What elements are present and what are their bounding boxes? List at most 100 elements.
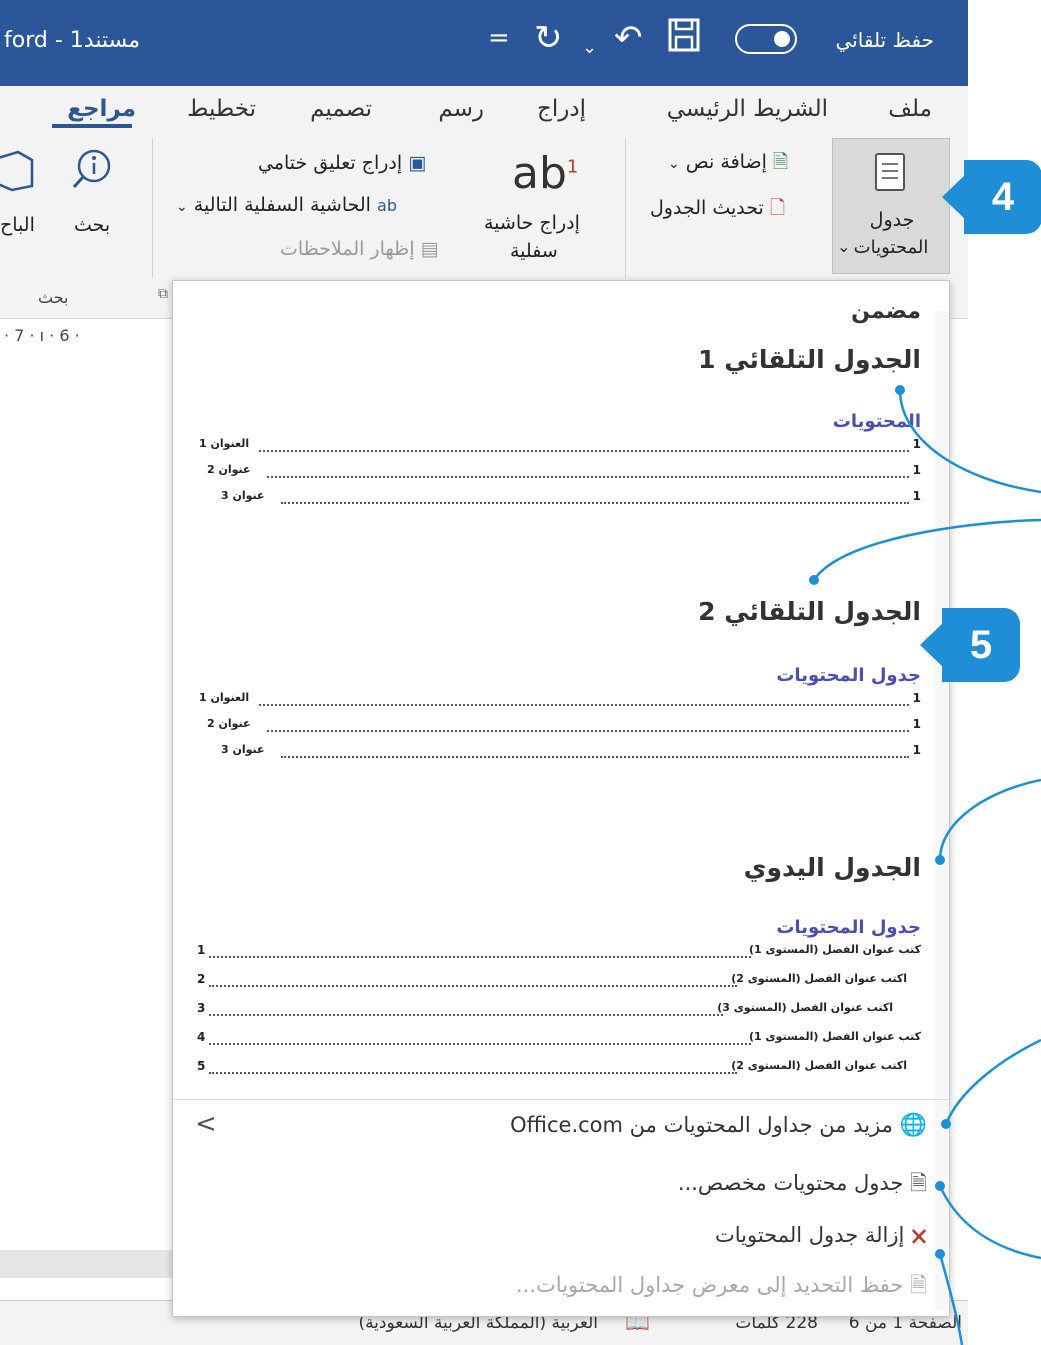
researcher-icon[interactable]	[0, 148, 36, 197]
group-separator	[152, 138, 153, 278]
dialog-launcher-icon[interactable]: ⧉	[158, 286, 168, 302]
tab-home[interactable]: الشريط الرئيسي	[667, 96, 828, 122]
remove-toc-item[interactable]: 🗙 إزالة جدول المحتويات	[715, 1221, 927, 1256]
save-selection-to-gallery-item: 🗎 حفظ التحديد إلى معرض جداول المحتويات..…	[516, 1271, 927, 1306]
gallery-section-title: مضمن	[851, 299, 921, 324]
globe-icon: 🌐	[899, 1113, 927, 1138]
chevron-down-icon: ⌄	[176, 199, 188, 215]
update-table-icon: 🗋	[769, 197, 786, 219]
update-table-label: تحديث الجدول	[650, 197, 764, 219]
custom-toc-item[interactable]: 🗎 جدول محتويات مخصص...	[678, 1169, 927, 1204]
save-icon[interactable]	[668, 18, 700, 61]
toc-dot-leader	[281, 502, 909, 504]
tab-insert[interactable]: إدراج	[537, 96, 586, 122]
footnote-superscript: 1	[566, 156, 579, 178]
gallery-scrollbar[interactable]	[935, 311, 949, 1311]
toc-preview-entry: عنوان 2 1	[197, 463, 921, 481]
undo-icon[interactable]: ↶	[614, 18, 643, 58]
redo-icon[interactable]: ↻	[534, 18, 563, 58]
researcher-button-label[interactable]: الباح	[0, 214, 35, 236]
update-table-button[interactable]: 🗋 تحديث الجدول	[650, 194, 785, 226]
document-title: ford - مستند1	[4, 28, 141, 53]
toc-entry-page-number: 4	[197, 1030, 206, 1044]
toc-gallery: مضمن الجدول التلقائي 1 المحتويات العنوان…	[172, 280, 950, 1317]
active-tab-indicator	[52, 124, 132, 128]
insert-footnote-label[interactable]: إدراج حاشية	[484, 212, 580, 234]
toc-entry-text: عنوان 2	[205, 463, 251, 476]
submenu-arrow-icon[interactable]: <	[195, 1109, 217, 1139]
horizontal-scrollbar[interactable]	[0, 1250, 180, 1278]
callout-number: 5	[969, 623, 993, 667]
toc-entry-text: اكتب عنوان الفصل (المستوى 2)	[729, 1059, 907, 1072]
ruler-marks: · 7 · ı · 6 ·	[4, 326, 80, 345]
toc-entry-page-number: 1	[197, 943, 206, 957]
chevron-down-icon: ⌄	[668, 156, 680, 172]
tab-design[interactable]: تصميم	[310, 96, 372, 122]
document-area[interactable]	[0, 352, 180, 1252]
customize-qat-icon[interactable]: =	[488, 18, 510, 58]
title-bar: ford - مستند1 = ↻ ⌄ ↶ حفظ تلقائي	[0, 0, 968, 86]
toc-style-title: الجدول التلقائي 2	[698, 597, 921, 626]
remove-toc-icon: 🗙	[911, 1223, 927, 1247]
toc-button-label-2: المحتويات	[853, 237, 929, 258]
next-footnote-label: الحاشية السفلية التالية	[193, 194, 371, 216]
callout-4: 4	[942, 160, 1041, 234]
show-notes-label: إظهار الملاحظات	[280, 238, 415, 260]
endnote-icon: ▣	[408, 152, 427, 174]
toc-entry-page-number: 1	[912, 717, 921, 731]
tab-references[interactable]: مراجع	[67, 96, 136, 122]
redo-dropdown-icon[interactable]: ⌄	[582, 28, 597, 68]
remove-toc-label: إزالة جدول المحتويات	[714, 1223, 905, 1247]
show-notes-button[interactable]: ▤ إظهار الملاحظات	[280, 238, 439, 260]
group-separator	[625, 138, 626, 278]
toc-dot-leader	[281, 756, 909, 758]
toc-preview-entry: عنوان 3 1	[197, 489, 921, 507]
callout-5: 5	[920, 608, 1020, 682]
save-selection-label: حفظ التحديد إلى معرض جداول المحتويات...	[516, 1273, 904, 1297]
more-toc-from-office-item[interactable]: 🌐 مزيد من جداول المحتويات من Office.com	[510, 1113, 927, 1138]
table-of-contents-button[interactable]: جدول المحتويات ⌄	[832, 138, 950, 274]
toc-preview-heading: جدول المحتويات	[776, 917, 921, 938]
save-selection-icon: 🗎	[910, 1273, 927, 1297]
toc-preview-entry: اكتب عنوان الفصل (المستوى 2) 5	[197, 1059, 921, 1077]
custom-toc-icon: 🗎	[910, 1171, 927, 1195]
ruler: · 7 · ı · 6 ·	[0, 322, 180, 353]
toc-preview-heading: المحتويات	[832, 411, 921, 432]
toc-preview-entry: العنوان 1 1	[197, 437, 921, 455]
toc-entry-page-number: 3	[197, 1001, 206, 1015]
insert-footnote-icon: ab1	[512, 148, 578, 199]
toc-entry-page-number: 1	[912, 463, 921, 477]
toc-button-label: جدول	[869, 209, 915, 231]
toc-preview-entry: كتب عنوان الفصل (المستوى 1) 4	[197, 1030, 921, 1048]
toc-preview-entry: العنوان 1 1	[197, 691, 921, 709]
insert-footnote-label-2[interactable]: سفلية	[510, 240, 558, 262]
toc-preview-entry: اكتب عنوان الفصل (المستوى 2) 2	[197, 972, 921, 990]
toc-entry-page-number: 1	[912, 489, 921, 503]
toc-dot-leader	[267, 730, 909, 732]
autosave-toggle[interactable]	[735, 24, 797, 54]
next-footnote-button[interactable]: ab الحاشية السفلية التالية ⌄	[176, 194, 397, 216]
toc-dot-leader	[209, 1043, 751, 1045]
toc-entry-page-number: 1	[912, 691, 921, 705]
insert-endnote-button[interactable]: ▣ إدراج تعليق ختامي	[258, 152, 426, 174]
callout-number: 4	[991, 175, 1015, 219]
autosave-label: حفظ تلقائي	[835, 28, 934, 52]
tab-layout[interactable]: تخطيط	[187, 96, 256, 122]
toc-preview-heading: جدول المحتويات	[776, 665, 921, 686]
tab-file[interactable]: ملف	[888, 96, 932, 122]
footnote-ab-glyph: ab	[512, 148, 567, 199]
toc-entry-text: عنوان 3	[219, 489, 265, 502]
more-toc-label: مزيد من جداول المحتويات من Office.com	[510, 1113, 893, 1137]
add-text-button[interactable]: 🗎 إضافة نص ⌄	[668, 148, 788, 180]
tab-draw[interactable]: رسم	[438, 96, 484, 122]
chevron-down-icon: ⌄	[837, 237, 851, 256]
toc-preview-entry: كتب عنوان الفصل (المستوى 1) 1	[197, 943, 921, 961]
ribbon-tabs: ملف الشريط الرئيسي إدراج رسم تصميم تخطيط…	[0, 86, 968, 138]
search-button-label[interactable]: بحث	[74, 214, 110, 236]
add-text-icon: 🗎	[772, 151, 789, 173]
toc-entry-text: اكتب عنوان الفصل (المستوى 3)	[715, 1001, 893, 1014]
search-icon[interactable]	[70, 146, 114, 195]
toc-entry-text: عنوان 2	[205, 717, 251, 730]
toc-entry-text: العنوان 1	[197, 691, 250, 704]
toc-entry-page-number: 2	[197, 972, 206, 986]
